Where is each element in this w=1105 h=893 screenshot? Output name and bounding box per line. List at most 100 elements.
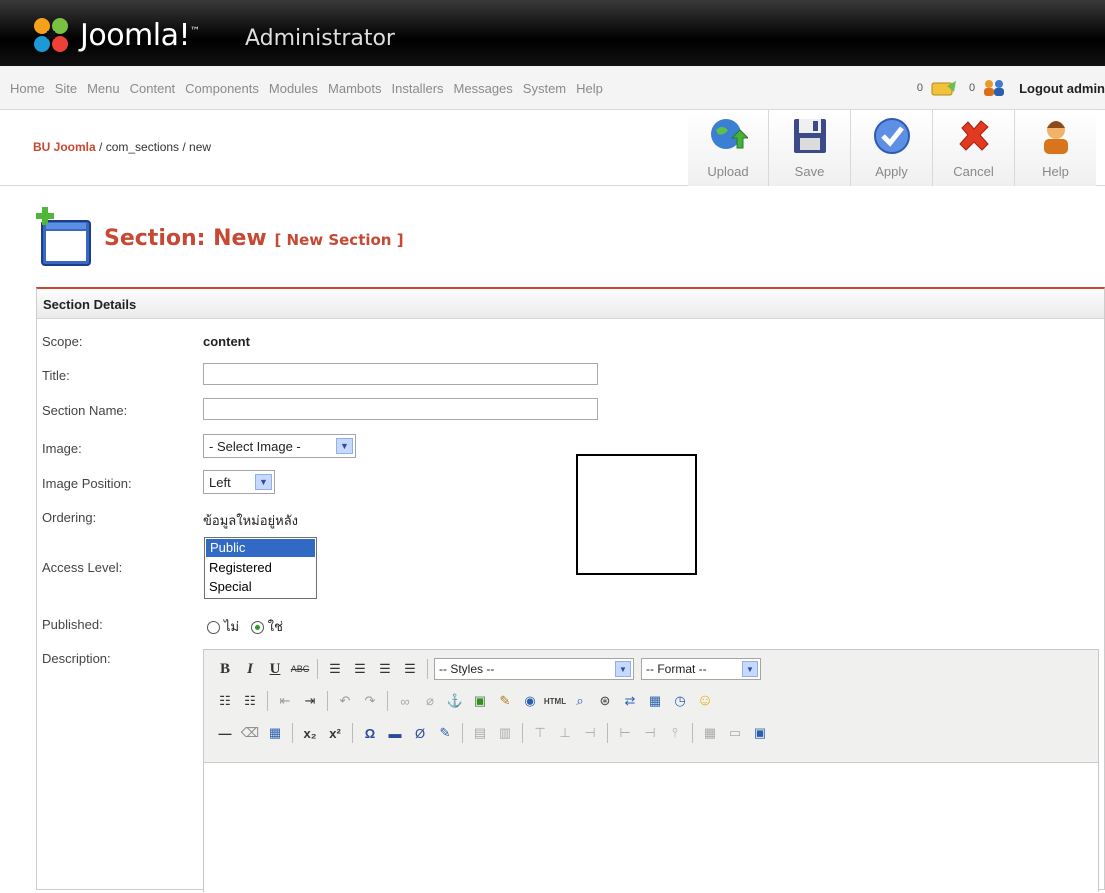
row-after-icon[interactable]: ⊥: [554, 722, 576, 744]
chevron-down-icon: ▼: [255, 474, 272, 490]
access-level-label: Access Level:: [42, 560, 123, 575]
subscript-icon[interactable]: x₂: [299, 722, 321, 744]
description-label: Description:: [42, 651, 111, 666]
format-select[interactable]: -- Format -- ▼: [641, 658, 761, 680]
preview-icon[interactable]: ⌕: [569, 690, 591, 712]
breadcrumb: BU Joomla / com_sections / new: [33, 140, 211, 154]
align-right-icon[interactable]: ☰: [374, 658, 396, 680]
row-before-icon[interactable]: ⊤: [529, 722, 551, 744]
main-menu-bar: Home Site Menu Content Components Module…: [0, 66, 1105, 110]
editor-toolbar-row-2: ☷ ☷ ⇤ ⇥ ↶ ↷ ∞ ⌀ ⚓ ▣ ✎ ◉ HTML ⌕ ⊛ ⇄ ▦ ◷ ☺: [214, 690, 716, 712]
image-select[interactable]: - Select Image - ▼: [203, 434, 356, 458]
horizontal-rule-icon[interactable]: —: [214, 722, 236, 744]
menu-installers[interactable]: Installers: [392, 81, 444, 96]
superscript-icon[interactable]: x²: [324, 722, 346, 744]
description-editor-area[interactable]: [204, 762, 1098, 893]
menu-menu[interactable]: Menu: [87, 81, 120, 96]
published-no-label: ไม่: [224, 619, 240, 634]
apply-button[interactable]: Apply: [850, 110, 932, 186]
find-icon[interactable]: ⊛: [594, 690, 616, 712]
col-before-icon[interactable]: ⊢: [614, 722, 636, 744]
access-option-public[interactable]: Public: [206, 539, 315, 557]
table-cell-props-icon[interactable]: ▥: [494, 722, 516, 744]
published-yes-radio[interactable]: [250, 621, 264, 635]
menu-components[interactable]: Components: [185, 81, 259, 96]
align-justify-icon[interactable]: ☰: [399, 658, 421, 680]
breadcrumb-site[interactable]: BU Joomla: [33, 140, 96, 154]
published-no-radio[interactable]: [207, 621, 220, 635]
html-icon[interactable]: HTML: [544, 690, 566, 712]
apply-label: Apply: [875, 164, 908, 179]
chevron-down-icon: ▼: [336, 438, 353, 454]
strikethrough-icon[interactable]: ABC: [289, 658, 311, 680]
image-position-value: Left: [209, 474, 231, 490]
merge-cells-icon[interactable]: ▭: [724, 722, 746, 744]
menu-content[interactable]: Content: [130, 81, 176, 96]
edit-css-icon[interactable]: ✎: [434, 722, 456, 744]
redo-icon[interactable]: ↷: [359, 690, 381, 712]
unlink-icon[interactable]: ⌀: [419, 690, 441, 712]
replace-icon[interactable]: ⇄: [619, 690, 641, 712]
online-users-icon[interactable]: [981, 78, 1007, 98]
table-row-props-icon[interactable]: ▤: [469, 722, 491, 744]
delete-row-icon[interactable]: ⊣: [579, 722, 601, 744]
remove-format-icon[interactable]: ⌫: [239, 722, 261, 744]
main-menu: Home Site Menu Content Components Module…: [10, 81, 603, 96]
menu-site[interactable]: Site: [55, 81, 77, 96]
cleanup-icon[interactable]: ✎: [494, 690, 516, 712]
save-button[interactable]: Save: [768, 110, 850, 186]
menu-messages[interactable]: Messages: [454, 81, 513, 96]
menu-modules[interactable]: Modules: [269, 81, 318, 96]
image-icon[interactable]: ▣: [469, 690, 491, 712]
flash-icon[interactable]: Ø: [409, 722, 431, 744]
emotions-icon[interactable]: ☺: [694, 690, 716, 712]
section-name-input[interactable]: [203, 398, 598, 420]
align-center-icon[interactable]: ☰: [349, 658, 371, 680]
insert-table-icon[interactable]: ▣: [749, 722, 771, 744]
link-icon[interactable]: ∞: [394, 690, 416, 712]
section-name-label: Section Name:: [42, 403, 128, 418]
split-cells-icon[interactable]: ▦: [699, 722, 721, 744]
outdent-icon[interactable]: ⇤: [274, 690, 296, 712]
col-after-icon[interactable]: ⊣: [639, 722, 661, 744]
bullet-list-icon[interactable]: ☷: [214, 690, 236, 712]
upload-icon: [711, 119, 748, 149]
italic-icon[interactable]: I: [239, 658, 261, 680]
image-position-select[interactable]: Left ▼: [203, 470, 275, 494]
help-button[interactable]: Help: [1014, 110, 1096, 186]
insert-time-icon[interactable]: ◷: [669, 690, 691, 712]
indent-icon[interactable]: ⇥: [299, 690, 321, 712]
menu-home[interactable]: Home: [10, 81, 45, 96]
access-level-list[interactable]: Public Registered Special: [204, 537, 317, 599]
menu-help[interactable]: Help: [576, 81, 603, 96]
title-input[interactable]: [203, 363, 598, 385]
cancel-button[interactable]: Cancel: [932, 110, 1014, 186]
menu-mambots[interactable]: Mambots: [328, 81, 381, 96]
undo-icon[interactable]: ↶: [334, 690, 356, 712]
app-header: Joomla!™ Administrator: [0, 0, 1105, 66]
numbered-list-icon[interactable]: ☷: [239, 690, 261, 712]
anchor-icon[interactable]: ⚓: [444, 690, 466, 712]
align-left-icon[interactable]: ☰: [324, 658, 346, 680]
delete-col-icon[interactable]: ⫯: [664, 722, 686, 744]
insert-date-icon[interactable]: ▦: [644, 690, 666, 712]
upload-button[interactable]: Upload: [688, 110, 768, 186]
styles-select[interactable]: -- Styles -- ▼: [434, 658, 634, 680]
help-circle-icon[interactable]: ◉: [519, 690, 541, 712]
underline-icon[interactable]: U: [264, 658, 286, 680]
special-char-icon[interactable]: Ω: [359, 722, 381, 744]
menu-system[interactable]: System: [523, 81, 566, 96]
help-icon: [1043, 121, 1068, 154]
bold-icon[interactable]: B: [214, 658, 236, 680]
toolbar-separator: [387, 691, 388, 711]
messages-icon[interactable]: [929, 78, 957, 98]
logout-link[interactable]: Logout admin: [1019, 81, 1105, 96]
visual-aid-icon[interactable]: ▦: [264, 722, 286, 744]
access-option-special[interactable]: Special: [205, 577, 316, 596]
access-option-registered[interactable]: Registered: [205, 558, 316, 577]
apply-icon: [873, 118, 910, 154]
upload-label: Upload: [707, 164, 749, 179]
breadcrumb-path: / com_sections / new: [95, 140, 212, 154]
hr-advanced-icon[interactable]: ▬: [384, 722, 406, 744]
description-editor: B I U ABC ☰ ☰ ☰ ☰ -- Styles -- ▼ -- Form…: [203, 649, 1099, 893]
